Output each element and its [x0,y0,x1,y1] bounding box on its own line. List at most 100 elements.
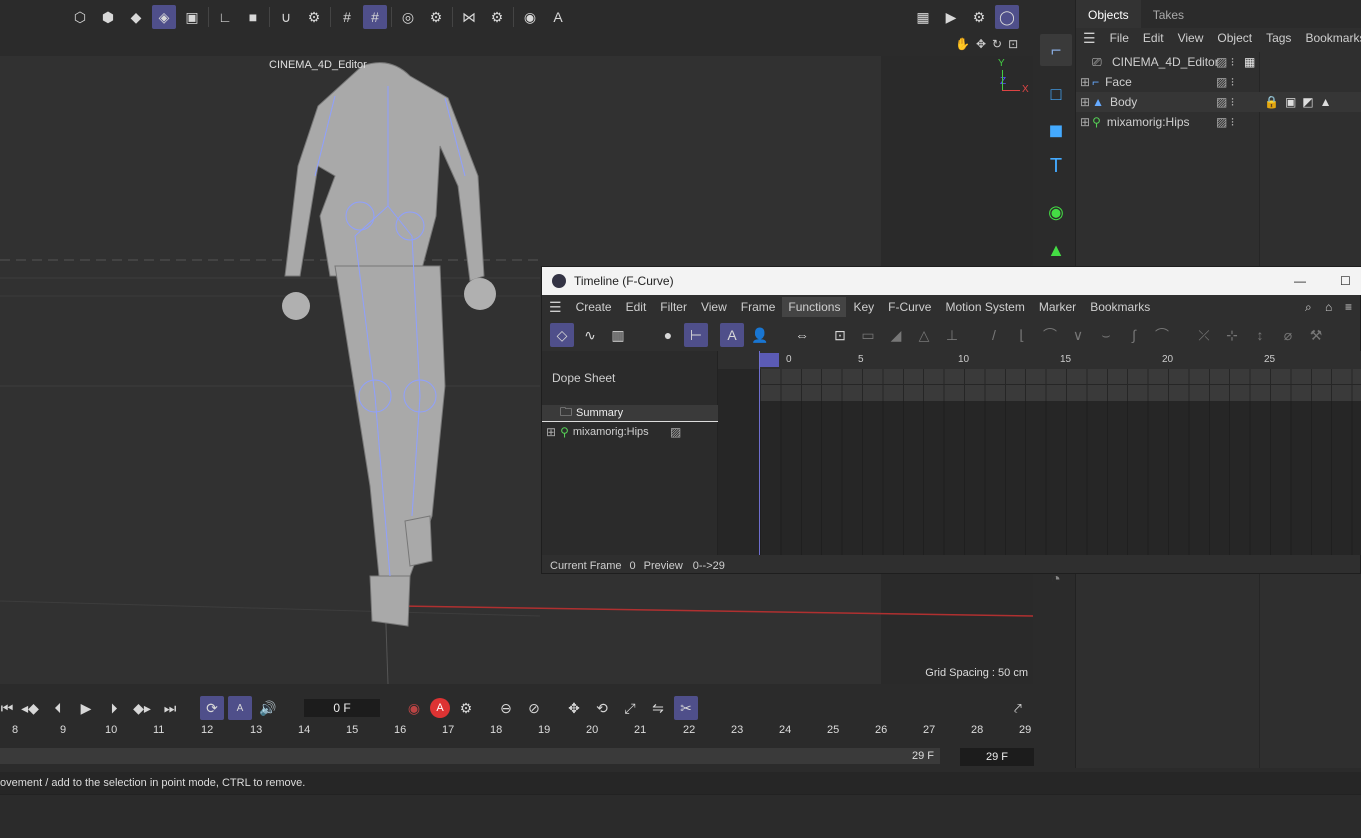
param-key-icon[interactable]: ⇋ [646,696,670,720]
next-key-icon[interactable]: ◆▸ [130,696,154,720]
minimize-icon[interactable]: — [1294,274,1306,288]
home-icon[interactable]: ⌂ [1318,300,1339,314]
render-picture-icon[interactable]: ▶ [939,5,963,29]
point-level-icon[interactable]: ✂ [674,696,698,720]
fcurve-icon[interactable]: ∿ [578,323,602,347]
prev-frame-icon[interactable]: ⏴ [46,696,70,720]
tangent-icon[interactable]: ⊥ [940,323,964,347]
tools-icon[interactable]: ⚒ [1304,323,1328,347]
dope-sheet-icon[interactable]: ◇ [550,323,574,347]
position-key-icon[interactable]: ✥ [562,696,586,720]
user-icon[interactable]: 👤 [748,323,772,347]
menu-tags[interactable]: Tags [1259,31,1298,45]
zero-angle-icon[interactable]: ⌀ [1276,323,1300,347]
ease-icon[interactable]: ◢ [884,323,908,347]
redshift-icon[interactable]: ◯ [995,5,1019,29]
quantize-icon[interactable]: ⚙ [485,5,509,29]
lock-tangents-icon[interactable]: ⊹ [1220,323,1244,347]
range-bar[interactable]: 29 F [0,748,940,764]
solo-icon[interactable]: ■ [241,5,265,29]
prev-key-icon[interactable]: ◂◆ [18,696,42,720]
menu-motion-system[interactable]: Motion System [938,300,1031,314]
menu-create[interactable]: Create [569,300,619,314]
timeline-titlebar[interactable]: Timeline (F-Curve) — ☐ [542,267,1361,295]
select-tool-icon[interactable]: ⌐ [1040,34,1072,66]
cube-icon[interactable]: ◼ [1040,114,1072,146]
step-icon[interactable]: ⌊ [1010,323,1034,347]
text-tool-icon[interactable]: T [1040,150,1072,182]
menu-file[interactable]: File [1103,31,1136,45]
snap-settings-icon[interactable]: ⚙ [302,5,326,29]
lock-length-icon[interactable]: ↕ [1248,323,1272,347]
next-frame-icon[interactable]: ⏵ [102,696,126,720]
menu-bookmarks[interactable]: Bookmarks [1083,300,1157,314]
visibility-dots-icon[interactable]: ▨ ⁝ [1216,95,1235,109]
expand-icon[interactable]: ⊞ [1080,115,1090,129]
ease-out-icon[interactable]: ⌣ [1094,323,1118,347]
current-frame-marker[interactable] [759,353,779,367]
maximize-icon[interactable]: ☐ [1340,274,1351,288]
fcurve-toggle-icon[interactable]: ⤤ [1006,696,1030,720]
frame-all-icon[interactable]: ⊡ [828,323,852,347]
record-icon[interactable]: ◉ [402,696,426,720]
motion-track-icon[interactable]: ⊘ [522,696,546,720]
frame-field[interactable]: 0 F [304,699,380,717]
frame-ruler[interactable]: 8 9 10 11 12 13 14 15 16 17 18 19 20 21 … [0,722,1033,742]
tab-takes[interactable]: Takes [1141,0,1196,28]
frame-selected-icon[interactable]: ▭ [856,323,880,347]
expand-icon[interactable]: ⊞ [1080,75,1090,89]
point-mode-icon[interactable]: ⬡ [68,5,92,29]
edge-mode-icon[interactable]: ⬢ [96,5,120,29]
tab-objects[interactable]: Objects [1076,0,1141,28]
menu-functions[interactable]: Functions [782,297,847,317]
model-mode-icon[interactable]: ▣ [180,5,204,29]
motion-clip-icon[interactable]: ▥ [606,323,630,347]
ease-in-icon[interactable]: ⌒ [1038,323,1062,347]
spline-icon[interactable]: ∨ [1066,323,1090,347]
menu-bookmarks[interactable]: Bookmarks [1298,31,1361,45]
visibility-dots-icon[interactable]: ▨ ⁝ [1216,75,1235,89]
symmetry-icon[interactable]: ⋈ [457,5,481,29]
play-icon[interactable]: ▶ [74,696,98,720]
menu-edit[interactable]: Edit [619,300,654,314]
object-mode-icon[interactable]: ◈ [152,5,176,29]
auto-mode-icon[interactable]: A [720,323,744,347]
scale-key-icon[interactable]: ⤢ [618,696,642,720]
menu-object[interactable]: Object [1210,31,1259,45]
linear-icon[interactable]: / [982,323,1006,347]
grid-icon[interactable]: # [335,5,359,29]
rotate-icon[interactable]: ↻ [992,37,1002,51]
menu-key[interactable]: Key [846,300,881,314]
curve-icon[interactable]: ⌒ [1150,323,1174,347]
hamburger-icon[interactable]: ☰ [1076,30,1103,47]
record-settings-icon[interactable]: ⚙ [454,696,478,720]
render-region-icon[interactable]: ◎ [396,5,420,29]
move-keys-icon[interactable]: ⇔ [790,323,814,347]
sphere-icon[interactable]: ● [656,323,680,347]
object-row-camera[interactable]: ⎚ CINEMA_4D_Editor ▨ ⁝ ▦ [1076,52,1361,72]
visibility-dots-icon[interactable]: ▨ ⁝ [1216,115,1235,129]
ease-ease-icon[interactable]: ∫ [1122,323,1146,347]
expand-icon[interactable]: ⊞ [546,425,556,439]
polygon-mode-icon[interactable]: ◆ [124,5,148,29]
track-row-hips[interactable]: ⊞ ⚲ mixamorig:Hips ▨ [542,423,718,441]
expand-icon[interactable]: ⊞ [1080,95,1090,109]
camera-tag-icon[interactable]: ▦ [1244,55,1255,69]
object-row-body[interactable]: ⊞ ▲ Body ▨ ⁝ 🔒▣◩▲ [1076,92,1361,112]
hamburger-icon[interactable]: ☰ [542,299,569,316]
render-view-icon[interactable]: ▦ [911,5,935,29]
view-icon[interactable]: ◉ [518,5,542,29]
menu-frame[interactable]: Frame [734,300,783,314]
menu-fcurve[interactable]: F-Curve [881,300,938,314]
summary-row[interactable]: 🗀 Summary [542,405,718,422]
workplane-icon[interactable]: # [363,5,387,29]
cube-outline-icon[interactable]: □ [1040,78,1072,110]
go-to-end-icon[interactable]: ⏭ [158,696,182,720]
break-tangents-icon[interactable]: ⤫ [1192,323,1216,347]
auto-icon[interactable]: A [546,5,570,29]
rotation-key-icon[interactable]: ⟲ [590,696,614,720]
menu-marker[interactable]: Marker [1032,300,1083,314]
cloner-icon[interactable]: ▲ [1040,234,1072,266]
autokey-icon[interactable]: A [430,698,450,718]
mograph-icon[interactable]: ◉ [1040,196,1072,228]
